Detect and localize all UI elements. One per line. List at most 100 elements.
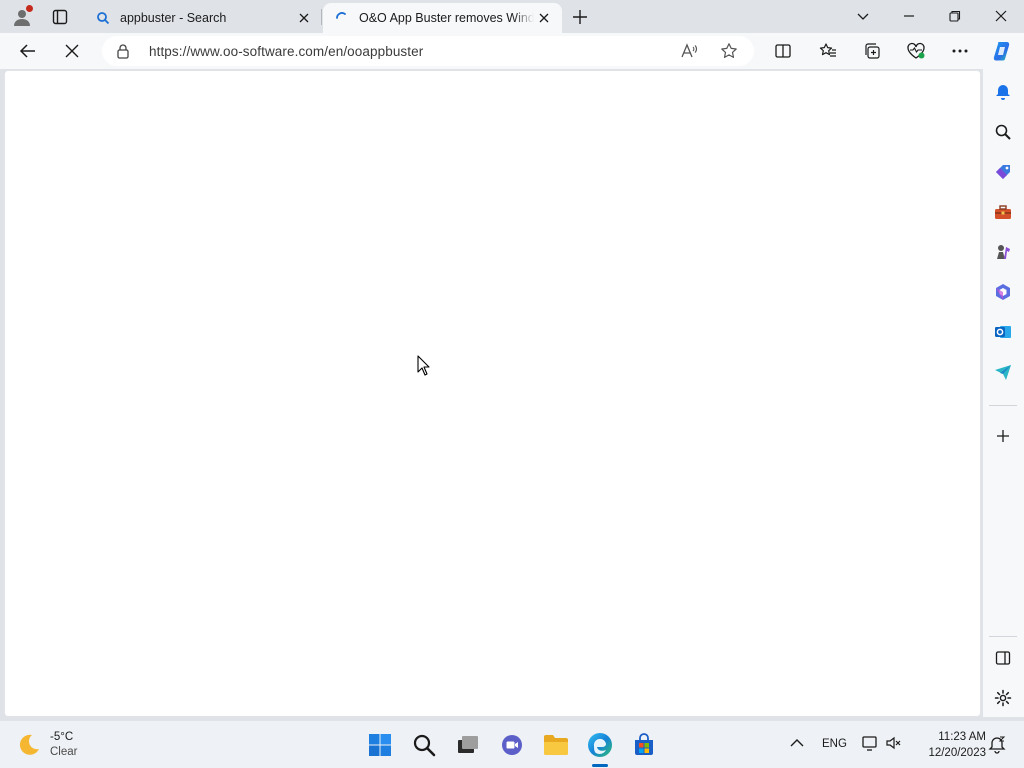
store-bag-icon <box>635 733 653 755</box>
browser-essentials-button[interactable] <box>900 35 932 67</box>
microsoft-store-button[interactable] <box>628 729 660 761</box>
sidebar-panel-icon <box>995 651 1011 665</box>
minimize-button[interactable] <box>886 0 932 32</box>
moon-icon <box>19 734 39 755</box>
stop-loading-button[interactable] <box>56 35 88 67</box>
windows-logo-icon <box>369 734 391 756</box>
profile-button[interactable] <box>8 4 36 30</box>
url-text: https://www.oo-software.com/en/ooappbust… <box>149 44 424 59</box>
copilot-button[interactable] <box>986 35 1018 67</box>
notifications-button[interactable] <box>989 78 1017 106</box>
address-bar[interactable]: https://www.oo-software.com/en/ooappbust… <box>102 36 754 66</box>
show-hidden-icons-button[interactable] <box>790 737 804 752</box>
restore-button[interactable] <box>932 0 978 32</box>
system-clock[interactable]: 11:23 AM 12/20/2023 <box>914 729 986 761</box>
clock-time: 11:23 AM <box>938 731 986 743</box>
lock-icon[interactable] <box>116 43 130 62</box>
folder-icon <box>544 735 568 755</box>
collections-icon <box>865 43 880 59</box>
favorites-icon <box>819 43 836 57</box>
add-favorite-star-icon[interactable] <box>720 42 738 63</box>
tab-title: O&O App Buster removes Windows <box>359 11 534 25</box>
network-volume-status[interactable] <box>862 735 901 754</box>
loading-spinner-icon <box>336 12 346 19</box>
weather-condition: Clear <box>50 746 78 758</box>
office-icon <box>996 284 1010 300</box>
search-icon <box>413 734 436 757</box>
close-icon <box>539 13 549 23</box>
volume-muted-icon <box>886 736 901 750</box>
tab-actions-icon <box>52 9 68 25</box>
collections-button[interactable] <box>856 35 888 67</box>
tab-separator <box>321 9 322 25</box>
settings-and-more-button[interactable] <box>944 35 976 67</box>
edge-taskbar-button[interactable] <box>584 729 616 761</box>
split-screen-icon <box>775 44 791 58</box>
gear-icon <box>994 689 1012 707</box>
outlook-button[interactable] <box>989 318 1017 346</box>
windows-taskbar: -5°C Clear ENG 11:23 AM 12/20/2023 <box>0 720 1024 768</box>
shopping-button[interactable] <box>989 158 1017 186</box>
restore-icon <box>949 10 961 22</box>
customize-sidebar-button[interactable] <box>989 422 1017 450</box>
new-tab-button[interactable] <box>566 4 594 30</box>
tab-close-button[interactable] <box>294 8 314 28</box>
search-favicon-icon <box>97 12 110 25</box>
mouse-cursor-icon <box>417 355 430 376</box>
chess-piece-icon <box>997 245 1010 259</box>
copilot-icon <box>993 42 1010 61</box>
search-icon <box>995 124 1011 140</box>
tab-appbuster-search[interactable]: appbuster - Search <box>84 3 322 33</box>
notification-center-button[interactable] <box>988 736 1006 757</box>
price-tag-icon <box>996 165 1010 179</box>
split-screen-button[interactable] <box>767 35 799 67</box>
games-button[interactable] <box>989 238 1017 266</box>
minimize-icon <box>904 15 914 17</box>
favorites-button[interactable] <box>812 35 844 67</box>
tab-oo-app-buster[interactable]: O&O App Buster removes Windows <box>323 3 562 33</box>
weather-widget[interactable]: -5°C Clear <box>16 730 77 760</box>
start-button[interactable] <box>364 729 396 761</box>
outlook-icon <box>995 326 1011 338</box>
teams-chat-button[interactable] <box>496 729 528 761</box>
taskbar-search-button[interactable] <box>408 729 440 761</box>
tab-close-button[interactable] <box>534 8 554 28</box>
notification-bell-icon <box>988 736 1006 754</box>
microsoft-365-button[interactable] <box>989 278 1017 306</box>
tab-actions-button[interactable] <box>46 4 74 30</box>
plus-icon <box>573 10 587 24</box>
close-window-button[interactable] <box>978 0 1024 32</box>
tab-strip: appbuster - Search O&O App Buster remove… <box>0 0 1024 33</box>
sidebar-divider <box>989 636 1017 637</box>
close-icon <box>299 13 309 23</box>
sidebar-search-button[interactable] <box>989 118 1017 146</box>
drop-button[interactable] <box>989 358 1017 386</box>
notification-dot <box>26 5 33 12</box>
toolbox-icon <box>995 205 1011 219</box>
navigation-toolbar: https://www.oo-software.com/en/ooappbust… <box>0 33 1024 69</box>
network-icon <box>862 736 877 751</box>
more-dots-icon <box>952 49 968 53</box>
clock-date: 12/20/2023 <box>928 747 986 759</box>
read-aloud-icon[interactable] <box>680 42 698 63</box>
tab-title: appbuster - Search <box>120 11 227 25</box>
language-indicator[interactable]: ENG <box>822 738 847 750</box>
file-explorer-button[interactable] <box>540 729 572 761</box>
web-page-content[interactable] <box>4 70 981 717</box>
bell-icon <box>996 85 1010 100</box>
paper-plane-icon <box>995 365 1011 380</box>
sidebar-settings-button[interactable] <box>989 684 1017 712</box>
task-view-button[interactable] <box>452 729 484 761</box>
close-icon <box>995 10 1007 22</box>
chevron-up-icon <box>790 739 804 747</box>
tools-button[interactable] <box>989 198 1017 226</box>
sidebar-divider <box>989 405 1017 406</box>
edge-icon <box>588 733 612 757</box>
hide-sidebar-button[interactable] <box>989 644 1017 672</box>
back-arrow-icon <box>19 44 35 58</box>
tab-list-button[interactable] <box>840 0 886 32</box>
back-button[interactable] <box>12 35 44 67</box>
chevron-down-icon <box>857 13 869 20</box>
edge-sidebar <box>983 69 1024 717</box>
stop-icon <box>65 44 79 58</box>
